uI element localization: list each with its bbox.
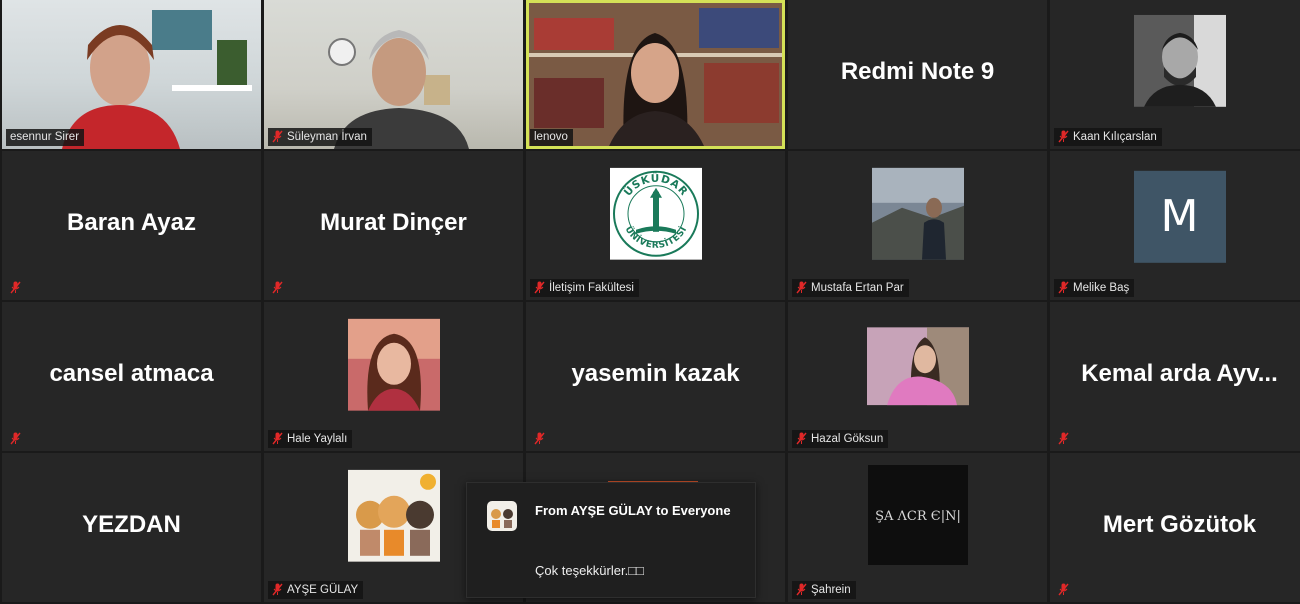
participant-avatar: ŞA ΛCR Є|Ν| (867, 464, 968, 570)
participant-video (264, 0, 523, 149)
participant-name: Melike Baş (1073, 281, 1130, 294)
participant-tile[interactable]: M Melike Baş (1050, 151, 1300, 300)
participant-name: Şahrein (811, 583, 851, 596)
participant-display-name: Redmi Note 9 (840, 57, 995, 85)
participant-name-label: Hale Yaylalı (268, 430, 353, 448)
muted-microphone-icon (796, 281, 807, 294)
participant-name-label: AYŞE GÜLAY (268, 581, 364, 599)
sender-avatar (487, 501, 517, 536)
participant-name-label: İletişim Fakültesi (530, 279, 639, 297)
participant-name-label: Hazal Göksun (792, 430, 889, 448)
participant-tile[interactable]: ÜSKÜDAR ÜNİVERSİTESİ İletişim Fakültesi (526, 151, 785, 300)
muted-microphone-icon (272, 583, 283, 596)
participant-name-label: Kaan Kılıçarslan (1054, 128, 1162, 146)
participant-avatar (1133, 14, 1226, 111)
participant-name-label: Melike Baş (1054, 279, 1135, 297)
participant-letter-avatar: M (1133, 170, 1226, 263)
participant-tile[interactable]: ŞA ΛCR Є|Ν| Şahrein (788, 453, 1047, 602)
participant-tile[interactable]: Hale Yaylalı (264, 302, 523, 451)
participant-display-name: Baran Ayaz (67, 208, 196, 236)
participant-tile[interactable]: Hazal Göksun (788, 302, 1047, 451)
muted-microphone-icon (272, 130, 283, 143)
chat-message-text: Çok teşekkürler.□□ (535, 563, 644, 578)
participant-name: lenovo (534, 131, 568, 143)
participant-avatar (347, 318, 440, 415)
participant-name-label: Mustafa Ertan Par (792, 279, 909, 297)
muted-microphone-icon (1058, 130, 1069, 143)
participant-display-name: Murat Dinçer (320, 208, 467, 236)
muted-microphone-icon (272, 432, 283, 445)
muted-microphone-icon (1058, 583, 1069, 596)
participant-tile[interactable]: Kemal arda Ayv... (1050, 302, 1300, 451)
muted-microphone-icon (272, 281, 283, 294)
participant-display-name: cansel atmaca (49, 359, 214, 387)
participant-name: Süleyman İrvan (287, 130, 367, 143)
participant-display-name: Mert Gözütok (1102, 510, 1257, 538)
participant-name: Hazal Göksun (811, 432, 884, 445)
participant-display-name: YEZDAN (82, 510, 181, 538)
participant-name-label: Şahrein (792, 581, 856, 599)
participant-name-label: Süleyman İrvan (268, 128, 372, 146)
participant-display-name: yasemin kazak (571, 359, 740, 387)
participant-display-name: Kemal arda Ayv... (1081, 359, 1278, 387)
participant-tile-active-speaker[interactable]: lenovo (526, 0, 785, 149)
participant-tile[interactable]: Murat Dinçer (264, 151, 523, 300)
chat-sender-line: From AYŞE GÜLAY to Everyone (535, 503, 731, 518)
participant-name-label: lenovo (530, 129, 573, 146)
participant-tile[interactable]: Baran Ayaz (2, 151, 261, 300)
muted-microphone-icon (10, 432, 21, 445)
muted-microphone-icon (796, 583, 807, 596)
muted-microphone-icon (1058, 281, 1069, 294)
uskudar-university-logo: ÜSKÜDAR ÜNİVERSİTESİ (609, 167, 702, 264)
participant-tile[interactable]: YEZDAN (2, 453, 261, 602)
muted-microphone-icon (534, 432, 545, 445)
muted-microphone-icon (796, 432, 807, 445)
participant-video (529, 3, 782, 146)
participant-avatar (347, 469, 440, 566)
participant-tile[interactable]: cansel atmaca (2, 302, 261, 451)
participant-tile[interactable]: Mert Gözütok (1050, 453, 1300, 602)
participant-video (2, 0, 261, 149)
participant-tile[interactable]: esennur Sirer (2, 0, 261, 149)
muted-microphone-icon (10, 281, 21, 294)
participant-name: esennur Sirer (10, 131, 80, 143)
participant-name: AYŞE GÜLAY (287, 583, 359, 596)
participant-avatar (871, 167, 964, 264)
participant-name: İletişim Fakültesi (549, 281, 634, 294)
svg-text:ŞA ΛCR Є|Ν|: ŞA ΛCR Є|Ν| (875, 509, 961, 524)
participant-name: Mustafa Ertan Par (811, 281, 904, 294)
participant-tile[interactable]: yasemin kazak (526, 302, 785, 451)
chat-notification-popup[interactable]: From AYŞE GÜLAY to Everyone Çok teşekkür… (466, 482, 756, 598)
participant-name: Kaan Kılıçarslan (1073, 130, 1157, 143)
participant-name-label: esennur Sirer (6, 129, 85, 146)
muted-microphone-icon (534, 281, 545, 294)
participant-avatar (866, 326, 969, 410)
avatar-letter: M (1160, 190, 1199, 242)
participant-tile[interactable]: Redmi Note 9 (788, 0, 1047, 149)
muted-microphone-icon (1058, 432, 1069, 445)
participant-tile[interactable]: Mustafa Ertan Par (788, 151, 1047, 300)
participant-tile[interactable]: Kaan Kılıçarslan (1050, 0, 1300, 149)
participant-tile[interactable]: Süleyman İrvan (264, 0, 523, 149)
participant-name: Hale Yaylalı (287, 432, 348, 445)
